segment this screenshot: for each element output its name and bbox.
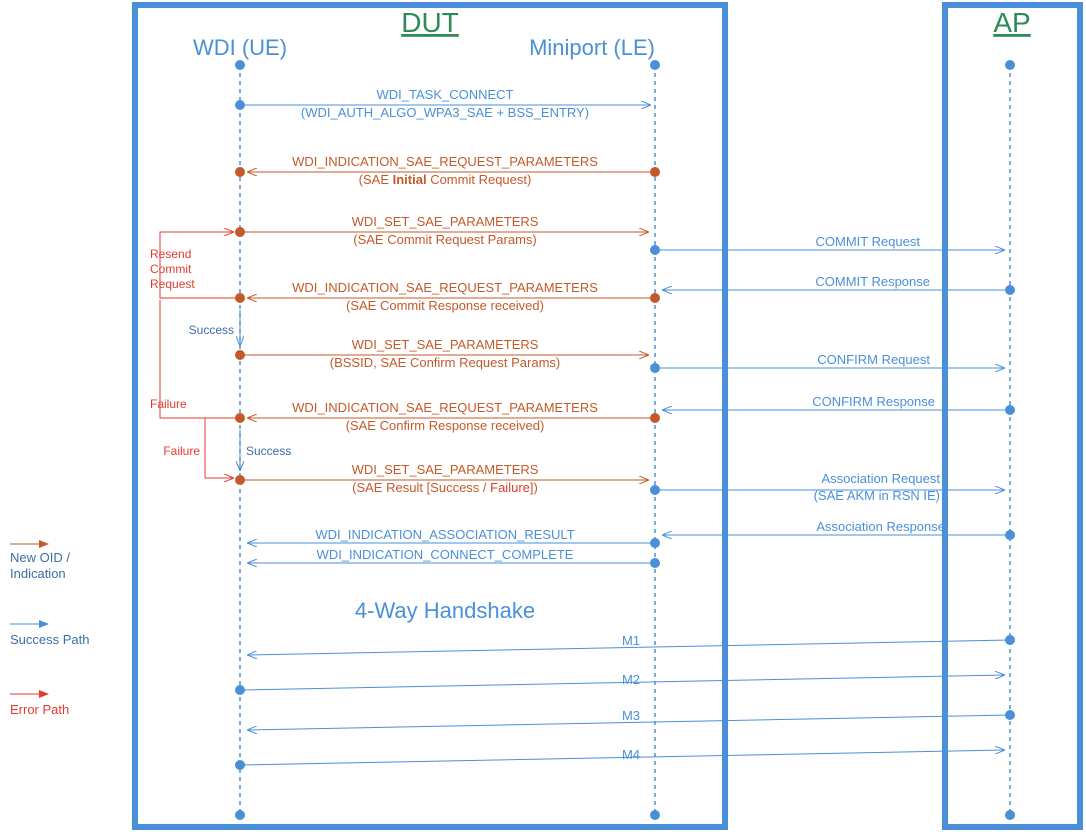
txt-success2: Success xyxy=(246,444,291,458)
legend-success: Success Path xyxy=(10,632,90,647)
msg-ind2b: (SAE Commit Response received) xyxy=(346,298,544,313)
ap-box xyxy=(945,5,1080,827)
handshake-title: 4-Way Handshake xyxy=(355,598,535,623)
msg-ind3: WDI_INDICATION_SAE_REQUEST_PARAMETERS xyxy=(292,400,598,415)
txt-commit-resp: COMMIT Response xyxy=(815,274,930,289)
txt-success1: Success xyxy=(189,323,234,337)
txt-commit-req: COMMIT Request xyxy=(815,234,920,249)
msg-ind2: WDI_INDICATION_SAE_REQUEST_PARAMETERS xyxy=(292,280,598,295)
txt-confirm-req: CONFIRM Request xyxy=(817,352,930,367)
msg-assoc-result: WDI_INDICATION_ASSOCIATION_RESULT xyxy=(315,527,574,542)
txt-assoc-req: Association Request xyxy=(821,471,940,486)
txt-failure2: Failure xyxy=(163,444,200,458)
txt-assoc-req2: (SAE AKM in RSN IE) xyxy=(814,488,940,503)
dut-box xyxy=(135,5,725,827)
legend-error: Error Path xyxy=(10,702,69,717)
msg-ind3b: (SAE Confirm Response received) xyxy=(346,418,545,433)
msg-set1: WDI_SET_SAE_PARAMETERS xyxy=(352,214,539,229)
txt-m4: M4 xyxy=(622,747,640,762)
msg-ind1: WDI_INDICATION_SAE_REQUEST_PARAMETERS xyxy=(292,154,598,169)
legend-new1: New OID / xyxy=(10,550,70,565)
txt-confirm-resp: CONFIRM Response xyxy=(812,394,935,409)
txt-m2: M2 xyxy=(622,672,640,687)
msg-set1b: (SAE Commit Request Params) xyxy=(353,232,537,247)
resend-l3: Request xyxy=(150,277,195,291)
msg-set2: WDI_SET_SAE_PARAMETERS xyxy=(352,337,539,352)
msg-ind1b: (SAE Initial Commit Request) xyxy=(359,172,532,187)
wdi-lane: WDI (UE) xyxy=(193,35,287,60)
msg-conn-complete: WDI_INDICATION_CONNECT_COMPLETE xyxy=(317,547,574,562)
txt-m3: M3 xyxy=(622,708,640,723)
txt-assoc-resp: Association Response xyxy=(816,519,945,534)
ap-title: AP xyxy=(993,7,1030,38)
msg-set3b: (SAE Result [Success / Failure]) xyxy=(352,480,538,495)
msg-connect: WDI_TASK_CONNECT xyxy=(377,87,514,102)
txt-failure1: Failure xyxy=(150,397,187,411)
msg-set2b: (BSSID, SAE Confirm Request Params) xyxy=(330,355,560,370)
resend-l2: Commit xyxy=(150,262,192,276)
miniport-lane: Miniport (LE) xyxy=(529,35,655,60)
msg-connect-sub: (WDI_AUTH_ALGO_WPA3_SAE + BSS_ENTRY) xyxy=(301,105,589,120)
resend-l1: Resend xyxy=(150,247,191,261)
legend-new2: Indication xyxy=(10,566,66,581)
msg-set3: WDI_SET_SAE_PARAMETERS xyxy=(352,462,539,477)
txt-m1: M1 xyxy=(622,633,640,648)
dut-title: DUT xyxy=(401,7,459,38)
sequence-diagram: DUT AP WDI (UE) Miniport (LE) WDI_TASK_C… xyxy=(0,0,1086,832)
